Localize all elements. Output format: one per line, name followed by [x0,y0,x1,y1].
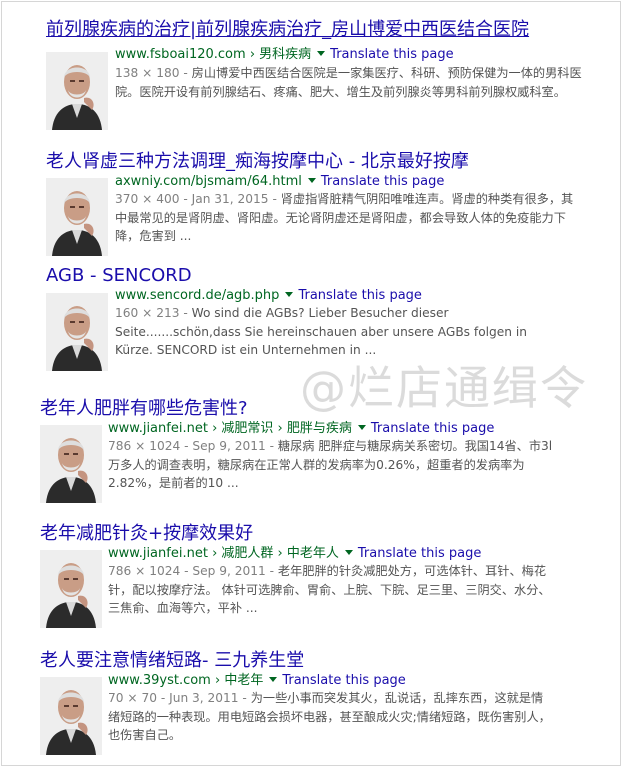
result-url: www.39yst.com [108,673,211,688]
result-thumbnail[interactable] [46,52,108,130]
translate-link[interactable]: Translate this page [371,421,494,436]
result-meta: 370 × 400 - Jan 31, 2015 - [115,192,281,206]
translate-link[interactable]: Translate this page [358,546,481,561]
result-url-line: www.jianfei.net › 减肥常识 › 肥胖与疾病 Translate … [108,420,494,437]
result-title-link[interactable]: AGB - SENCORD [46,265,192,287]
result-breadcrumb: › 减肥常识 › 肥胖与疾病 [212,421,352,436]
result-title-link[interactable]: 老人要注意情绪短路- 三九养生堂 [40,650,304,672]
translate-link[interactable]: Translate this page [321,174,444,189]
result-url: www.sencord.de/agb.php [115,288,280,303]
result-snippet: 370 × 400 - Jan 31, 2015 - 肾虚指肾脏精气阴阳唯唯连声… [115,190,585,246]
translate-link[interactable]: Translate this page [330,47,453,62]
result-url: www.jianfei.net [108,421,208,436]
result-snippet: 786 × 1024 - Sep 9, 2011 - 糖尿病 肥胖症与糖尿病关系… [108,437,553,493]
result-title-link[interactable]: 老人肾虚三种方法调理_痴海按摩中心 - 北京最好按摩 [46,151,469,173]
result-meta: 786 × 1024 - Sep 9, 2011 - [108,439,278,453]
result-url: www.fsboai120.com [115,47,246,62]
dropdown-arrow-icon[interactable] [285,292,294,297]
result-thumbnail[interactable] [40,677,102,755]
result-thumbnail[interactable] [40,550,102,628]
result-snippet: 160 × 213 - Wo sind die AGBs? Lieber Bes… [115,304,560,360]
dropdown-arrow-icon[interactable] [317,51,326,56]
result-title-link[interactable]: 老年人肥胖有哪些危害性? [40,398,248,420]
translate-link[interactable]: Translate this page [298,288,421,303]
result-snippet: 138 × 180 - 房山博爱中西医结合医院是一家集医疗、科研、预防保健为一体… [115,64,585,101]
result-url-line: www.sencord.de/agb.php Translate this pag… [115,287,422,304]
result-meta: 70 × 70 - Jun 3, 2011 - [108,691,251,705]
result-thumbnail[interactable] [46,293,108,371]
result-thumbnail[interactable] [46,178,108,256]
result-snippet: 70 × 70 - Jun 3, 2011 - 为一些小事而突发其火，乱说话，乱… [108,689,553,745]
result-meta: 138 × 180 - [115,66,192,80]
result-meta: 160 × 213 - [115,306,192,320]
result-meta: 786 × 1024 - Sep 9, 2011 - [108,564,278,578]
result-title-link[interactable]: 老年减肥针灸+按摩效果好 [40,523,253,545]
dropdown-arrow-icon[interactable] [344,550,353,555]
result-url-line: axwniy.com/bjsmam/64.html Translate this … [115,173,444,190]
dropdown-arrow-icon[interactable] [269,677,278,682]
result-url-line: www.jianfei.net › 减肥人群 › 中老年人 Translate t… [108,545,481,562]
result-url: www.jianfei.net [108,546,208,561]
result-breadcrumb: › 男科疾病 [249,47,312,62]
dropdown-arrow-icon[interactable] [357,425,366,430]
result-thumbnail[interactable] [40,425,102,503]
dropdown-arrow-icon[interactable] [307,178,316,183]
result-breadcrumb: › 减肥人群 › 中老年人 [212,546,339,561]
result-url-line: www.39yst.com › 中老年 Translate this page [108,672,406,689]
result-url: axwniy.com/bjsmam/64.html [115,174,302,189]
translate-link[interactable]: Translate this page [282,673,405,688]
result-breadcrumb: › 中老年 [214,673,264,688]
result-snippet: 786 × 1024 - Sep 9, 2011 - 老年肥胖的针灸减肥处方，可… [108,562,553,618]
result-url-line: www.fsboai120.com › 男科疾病 Translate this p… [115,46,454,63]
result-title-link[interactable]: 前列腺疾病的治疗|前列腺疾病治疗_房山博爱中西医结合医院 [46,19,529,41]
